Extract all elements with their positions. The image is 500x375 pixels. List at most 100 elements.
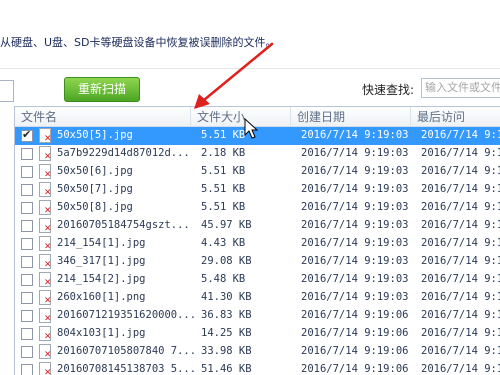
table-row[interactable]: 50x50[6].jpg 5.51 KB 2016/7/14 9:19:03 2016… bbox=[15, 163, 500, 181]
created-date-cell: 2016/7/14 9:19:03 bbox=[301, 129, 409, 141]
file-name-cell: 50x50[7].jpg bbox=[57, 183, 133, 195]
file-name-cell: 2016071219351620000... bbox=[57, 309, 197, 321]
deleted-file-icon bbox=[39, 308, 52, 324]
last-access-cell: 2016/7/14 9:19 bbox=[421, 363, 500, 375]
quick-find-label: 快速查找: bbox=[362, 83, 415, 97]
created-date-cell: 2016/7/14 9:19:03 bbox=[301, 201, 409, 213]
deleted-file-icon bbox=[39, 218, 52, 234]
row-checkbox[interactable] bbox=[21, 328, 33, 340]
last-access-cell: 2016/7/14 9:19 bbox=[421, 183, 500, 195]
created-date-cell: 2016/7/14 9:19:03 bbox=[301, 237, 409, 249]
table-row[interactable]: 50x50[7].jpg 5.51 KB 2016/7/14 9:19:03 2016… bbox=[15, 181, 500, 199]
file-size-cell: 2.18 KB bbox=[201, 147, 246, 159]
divider bbox=[0, 68, 500, 69]
last-access-cell: 2016/7/14 9:19 bbox=[421, 345, 500, 357]
created-date-cell: 2016/7/14 9:19:03 bbox=[301, 219, 409, 231]
row-checkbox[interactable] bbox=[21, 202, 33, 214]
created-date-cell: 2016/7/14 9:19:03 bbox=[301, 183, 409, 195]
last-access-cell: 2016/7/14 9:19 bbox=[421, 273, 500, 285]
file-name-cell: 5a7b9229d14d87012d... bbox=[57, 147, 190, 159]
file-name-cell: 214_154[1].jpg bbox=[57, 237, 146, 249]
rescan-button[interactable]: 重新扫描 bbox=[64, 77, 140, 102]
row-checkbox[interactable] bbox=[21, 128, 33, 142]
deleted-file-icon bbox=[39, 254, 52, 270]
deleted-file-icon bbox=[39, 200, 52, 216]
created-date-cell: 2016/7/14 9:19:03 bbox=[301, 165, 409, 177]
file-name-cell: 20160708145138703 5... bbox=[57, 363, 197, 375]
created-date-cell: 2016/7/14 9:19:03 bbox=[301, 147, 409, 159]
table-row[interactable]: 5a7b9229d14d87012d... 2.18 KB 2016/7/14 9:… bbox=[15, 145, 500, 163]
deleted-file-icon bbox=[39, 128, 52, 144]
file-size-cell: 5.48 KB bbox=[201, 273, 246, 285]
column-header-accessed[interactable]: 最后访问 bbox=[411, 107, 500, 127]
file-name-cell: 50x50[6].jpg bbox=[57, 165, 133, 177]
row-checkbox[interactable] bbox=[21, 256, 33, 268]
table-row[interactable]: 804x103[1].jpg 14.25 KB 2016/7/14 9:19:06 2… bbox=[15, 325, 500, 343]
last-access-cell: 2016/7/14 9:19 bbox=[421, 165, 500, 177]
table-row[interactable]: 214_154[2].jpg 5.48 KB 2016/7/14 9:19:03 20… bbox=[15, 271, 500, 289]
row-checkbox[interactable] bbox=[21, 184, 33, 196]
table-row[interactable]: 2016071219351620000... 36.83 KB 2016/7/14 … bbox=[15, 307, 500, 325]
table-row[interactable]: 214_154[1].jpg 4.43 KB 2016/7/14 9:19:03 20… bbox=[15, 235, 500, 253]
deleted-file-icon bbox=[39, 362, 52, 375]
created-date-cell: 2016/7/14 9:19:03 bbox=[301, 273, 409, 285]
drive-select[interactable] bbox=[0, 80, 14, 102]
column-header-size[interactable]: 文件大小 bbox=[191, 107, 291, 127]
row-checkbox[interactable] bbox=[21, 346, 33, 358]
table-row[interactable]: 260x160[1].png 41.30 KB 2016/7/14 9:19:03 2… bbox=[15, 289, 500, 307]
file-table: 文件名 文件大小 创建日期 最后访问 50x50[5].jpg 5.51 KB 20… bbox=[14, 106, 500, 375]
row-checkbox[interactable] bbox=[21, 220, 33, 232]
deleted-file-icon bbox=[39, 344, 52, 360]
file-size-cell: 5.51 KB bbox=[201, 201, 246, 213]
last-access-cell: 2016/7/14 9:19 bbox=[421, 219, 500, 231]
created-date-cell: 2016/7/14 9:19:06 bbox=[301, 309, 409, 321]
table-row[interactable]: 20160708145138703 5... 51.46 KB 2016/7/14 … bbox=[15, 361, 500, 375]
file-size-cell: 29.08 KB bbox=[201, 255, 252, 267]
row-checkbox[interactable] bbox=[21, 274, 33, 286]
file-name-cell: 804x103[1].jpg bbox=[57, 327, 146, 339]
deleted-file-icon bbox=[39, 182, 52, 198]
row-checkbox[interactable] bbox=[21, 238, 33, 250]
created-date-cell: 2016/7/14 9:19:06 bbox=[301, 363, 409, 375]
table-row[interactable]: 50x50[5].jpg 5.51 KB 2016/7/14 9:19:03 2016… bbox=[15, 127, 500, 145]
last-access-cell: 2016/7/14 9:19 bbox=[421, 291, 500, 303]
table-row[interactable]: 20160705184754gszt... 45.97 KB 2016/7/14 9… bbox=[15, 217, 500, 235]
file-size-cell: 41.30 KB bbox=[201, 291, 252, 303]
table-row[interactable]: 50x50[8].jpg 5.51 KB 2016/7/14 9:19:03 2016… bbox=[15, 199, 500, 217]
deleted-file-icon bbox=[39, 290, 52, 306]
table-row[interactable]: 20160707105807840 7... 33.98 KB 2016/7/14 … bbox=[15, 343, 500, 361]
table-row[interactable]: 346_317[1].jpg 29.08 KB 2016/7/14 9:19:03 2… bbox=[15, 253, 500, 271]
file-size-cell: 4.43 KB bbox=[201, 237, 246, 249]
column-header-name[interactable]: 文件名 bbox=[15, 107, 191, 127]
deleted-file-icon bbox=[39, 164, 52, 180]
row-checkbox[interactable] bbox=[21, 364, 33, 375]
last-access-cell: 2016/7/14 9:19 bbox=[421, 255, 500, 267]
file-name-cell: 20160705184754gszt... bbox=[57, 219, 190, 231]
file-name-cell: 214_154[2].jpg bbox=[57, 273, 146, 285]
last-access-cell: 2016/7/14 9:19 bbox=[421, 147, 500, 159]
last-access-cell: 2016/7/14 9:19 bbox=[421, 327, 500, 339]
row-checkbox[interactable] bbox=[21, 166, 33, 178]
file-size-cell: 5.51 KB bbox=[201, 183, 246, 195]
quick-find-input[interactable]: 输入文件或文件 bbox=[421, 78, 500, 98]
file-size-cell: 36.83 KB bbox=[201, 309, 252, 321]
deleted-file-icon bbox=[39, 272, 52, 288]
row-checkbox[interactable] bbox=[21, 148, 33, 160]
file-name-cell: 50x50[8].jpg bbox=[57, 201, 133, 213]
last-access-cell: 2016/7/14 9:19 bbox=[421, 237, 500, 249]
file-size-cell: 5.51 KB bbox=[201, 129, 246, 141]
file-size-cell: 14.25 KB bbox=[201, 327, 252, 339]
row-checkbox[interactable] bbox=[21, 310, 33, 322]
created-date-cell: 2016/7/14 9:19:06 bbox=[301, 327, 409, 339]
file-name-cell: 260x160[1].png bbox=[57, 291, 146, 303]
file-size-cell: 45.97 KB bbox=[201, 219, 252, 231]
file-size-cell: 51.46 KB bbox=[201, 363, 252, 375]
deleted-file-icon bbox=[39, 146, 52, 162]
column-header-created[interactable]: 创建日期 bbox=[291, 107, 411, 127]
file-size-cell: 5.51 KB bbox=[201, 165, 246, 177]
file-name-cell: 20160707105807840 7... bbox=[57, 345, 197, 357]
row-checkbox[interactable] bbox=[21, 292, 33, 304]
last-access-cell: 2016/7/14 9:19 bbox=[421, 201, 500, 213]
created-date-cell: 2016/7/14 9:19:06 bbox=[301, 345, 409, 357]
description-text: 从硬盘、U盘、SD卡等硬盘设备中恢复被误删除的文件。 bbox=[0, 36, 277, 49]
